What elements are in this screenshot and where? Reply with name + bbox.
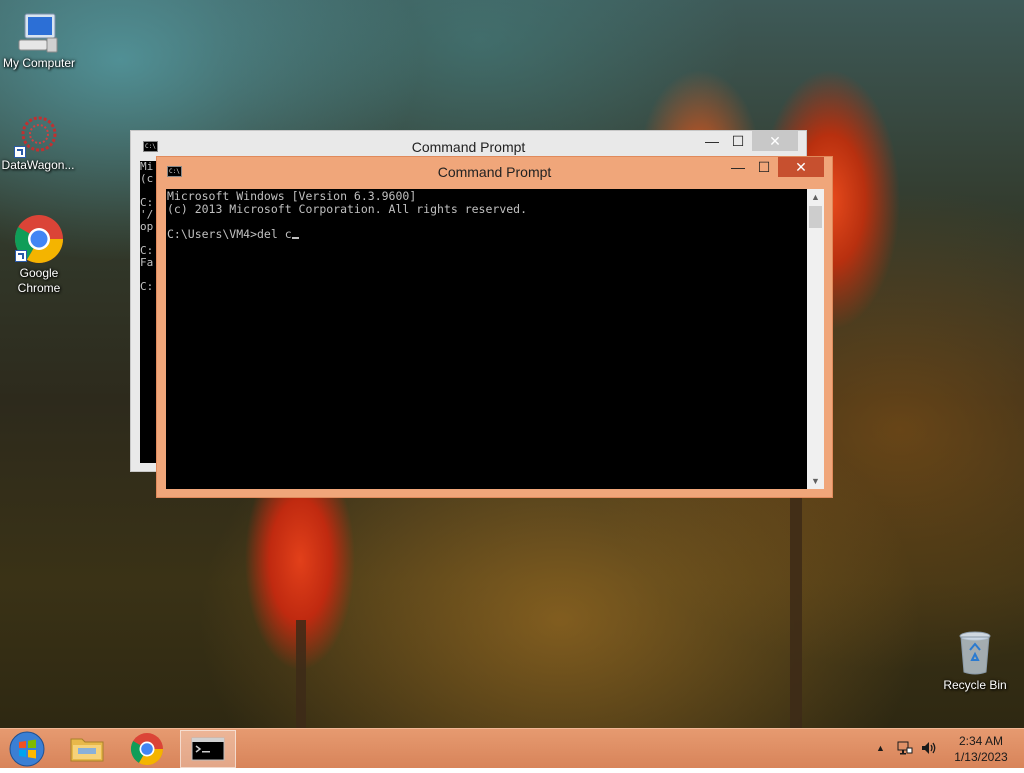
shortcut-arrow-icon xyxy=(14,146,26,158)
desktop-icon-google-chrome[interactable]: Google Chrome xyxy=(1,214,77,296)
close-button[interactable]: ✕ xyxy=(778,157,824,177)
desktop-icon-datawagon[interactable]: DataWagon... xyxy=(0,112,76,173)
show-hidden-icons-button[interactable]: ▲ xyxy=(876,743,885,753)
console-output[interactable]: Microsoft Windows [Version 6.3.9600] (c) … xyxy=(166,189,807,489)
system-clock[interactable]: 2:34 AM 1/13/2023 xyxy=(948,733,1014,765)
maximize-button[interactable]: ☐ xyxy=(751,157,777,177)
scroll-up-arrow-icon[interactable]: ▲ xyxy=(807,189,824,205)
start-button[interactable] xyxy=(0,730,54,768)
desktop-icon-label: Recycle Bin xyxy=(943,678,1007,692)
wallpaper-stem xyxy=(790,490,802,728)
text-cursor xyxy=(291,236,299,239)
maximize-button[interactable]: ☐ xyxy=(725,131,751,151)
taskbar-file-explorer[interactable] xyxy=(60,730,114,768)
clock-time: 2:34 AM xyxy=(958,734,1004,748)
minimize-button[interactable]: — xyxy=(725,157,751,177)
cmd-icon xyxy=(191,737,225,761)
folder-icon xyxy=(70,738,104,762)
scroll-down-arrow-icon[interactable]: ▼ xyxy=(807,473,824,489)
taskbar-command-prompt[interactable] xyxy=(180,730,236,768)
desktop[interactable]: My Computer DataWagon... Google Chrome R… xyxy=(0,0,1024,728)
scrollbar-thumb[interactable] xyxy=(809,206,822,228)
desktop-icon-recycle-bin[interactable]: Recycle Bin xyxy=(937,630,1013,693)
clock-date: 1/13/2023 xyxy=(954,750,1008,764)
network-icon[interactable] xyxy=(897,740,913,756)
command-prompt-window[interactable]: C:\ Command Prompt — ☐ ✕ Microsoft Windo… xyxy=(156,156,833,498)
console-command: C:\Users\VM4>del c xyxy=(167,226,292,241)
vertical-scrollbar[interactable]: ▲ ▼ xyxy=(807,189,824,489)
desktop-icon-label: My Computer xyxy=(2,56,76,70)
recycle-bin-icon xyxy=(959,631,991,675)
volume-icon[interactable] xyxy=(920,740,938,756)
taskbar: ▲ 2:34 AM 1/13/2023 xyxy=(0,728,1024,768)
computer-icon xyxy=(18,13,58,53)
wallpaper-stem xyxy=(296,620,306,728)
window-titlebar[interactable]: C:\ Command Prompt — ☐ ✕ xyxy=(157,157,832,187)
console-line: Microsoft Windows [Version 6.3.9600] xyxy=(167,189,417,203)
close-button[interactable]: ✕ xyxy=(752,131,798,151)
windows-logo-icon xyxy=(9,731,45,767)
chrome-icon xyxy=(130,733,164,766)
minimize-button[interactable]: — xyxy=(699,131,725,151)
desktop-icon-label: DataWagon... xyxy=(1,158,75,172)
desktop-icon-my-computer[interactable]: My Computer xyxy=(1,10,77,71)
taskbar-google-chrome[interactable] xyxy=(120,730,174,768)
desktop-icon-label: Google Chrome xyxy=(17,266,61,295)
console-prompt-line: C:\Users\VM4>del c xyxy=(167,226,807,241)
console-line: (c) 2013 Microsoft Corporation. All righ… xyxy=(167,201,528,216)
shortcut-arrow-icon xyxy=(15,250,27,262)
